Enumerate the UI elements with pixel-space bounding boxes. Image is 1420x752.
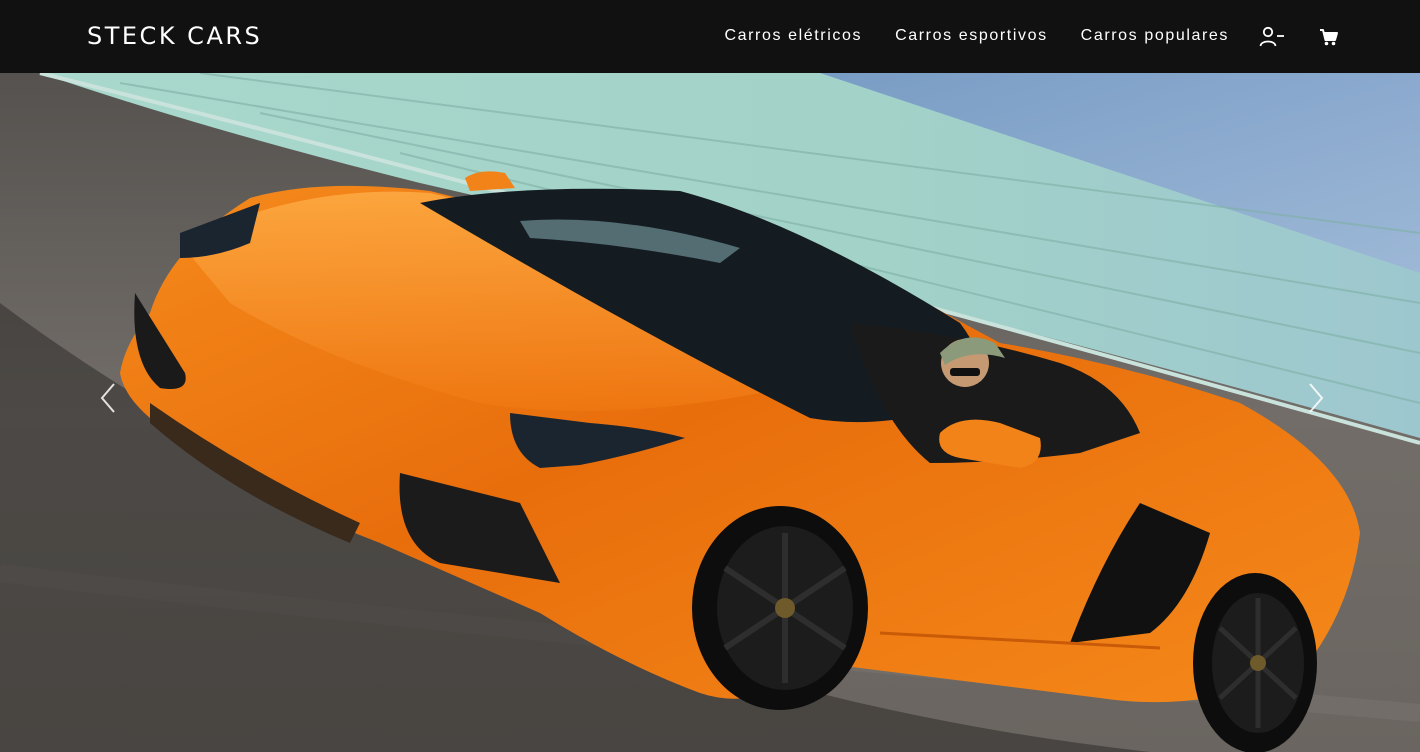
- user-minus-icon[interactable]: [1259, 26, 1285, 48]
- cart-icon[interactable]: [1316, 26, 1342, 48]
- nav-link-sports-cars[interactable]: Carros esportivos: [895, 27, 1048, 45]
- chevron-right-icon[interactable]: [1296, 373, 1336, 423]
- chevron-left-icon[interactable]: [88, 373, 128, 423]
- hero-carousel: [0, 73, 1420, 752]
- top-navbar: STECK CARS Carros elétricos Carros espor…: [0, 0, 1420, 73]
- brand-logo[interactable]: STECK CARS: [87, 22, 262, 50]
- main-nav: Carros elétricos Carros esportivos Carro…: [724, 27, 1229, 45]
- nav-link-popular-cars[interactable]: Carros populares: [1081, 27, 1229, 45]
- hero-car-image: [0, 73, 1420, 752]
- nav-link-electric-cars[interactable]: Carros elétricos: [724, 27, 862, 45]
